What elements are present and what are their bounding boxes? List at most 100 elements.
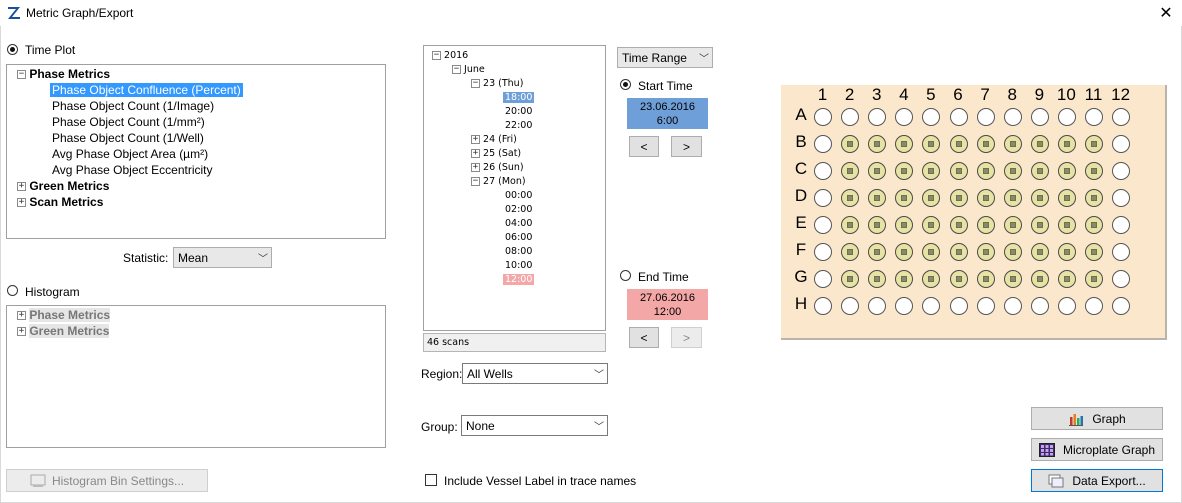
time-range-select[interactable]: Time Range ﹀ (617, 47, 713, 68)
plate-well[interactable] (1085, 297, 1103, 315)
plate-row-label[interactable]: F (793, 240, 809, 260)
plate-well[interactable] (922, 189, 941, 207)
plate-well[interactable] (976, 162, 995, 180)
tree-node-phase-metrics[interactable]: + Phase Metrics (17, 307, 111, 323)
plate-well[interactable] (976, 135, 995, 153)
time-plot-radio[interactable] (7, 44, 18, 58)
plate-well[interactable] (922, 243, 941, 261)
statistic-select[interactable]: Mean ﹀ (173, 247, 272, 268)
tree-item-scan-time[interactable]: 22:00 (505, 119, 532, 133)
tree-item-metric[interactable]: Avg Phase Object Area (µm²) (52, 146, 208, 162)
plate-well[interactable] (949, 216, 968, 234)
plate-well[interactable] (895, 216, 914, 234)
plate-column-label[interactable]: 1 (809, 85, 836, 105)
plate-well[interactable] (1030, 297, 1049, 315)
plate-row-label[interactable]: G (793, 267, 809, 287)
plate-well[interactable] (1085, 243, 1103, 261)
plate-well[interactable] (841, 108, 860, 126)
plate-well[interactable] (841, 297, 860, 315)
plate-well[interactable] (922, 297, 941, 315)
plate-well[interactable] (895, 162, 914, 180)
plate-well[interactable] (895, 108, 914, 126)
graph-button[interactable]: Graph (1031, 407, 1163, 430)
tree-item-metric[interactable]: Avg Phase Object Eccentricity (52, 162, 213, 178)
scan-date-tree[interactable]: − 2016 − June − 23 (Thu) 18:00 20:00 22:… (423, 45, 606, 331)
region-select[interactable]: All Wells ﹀ (462, 363, 608, 384)
tree-node-scan-metrics[interactable]: + Scan Metrics (17, 194, 103, 210)
plate-well[interactable] (1057, 216, 1076, 234)
expand-icon[interactable]: + (17, 327, 26, 337)
time-plot-tree[interactable]: − Phase Metrics Phase Object Confluence … (6, 64, 386, 239)
tree-node-day[interactable]: − 23 (Thu) (471, 77, 523, 91)
plate-well[interactable] (976, 108, 995, 126)
plate-well[interactable] (1030, 243, 1049, 261)
tree-node-day[interactable]: − 27 (Mon) (471, 175, 526, 189)
plate-well[interactable] (949, 243, 968, 261)
plate-well[interactable] (814, 162, 832, 180)
plate-column-label[interactable]: 4 (890, 85, 917, 105)
data-export-button[interactable]: Data Export... (1031, 469, 1163, 492)
histogram-radio[interactable] (7, 285, 18, 299)
plate-well[interactable] (1003, 135, 1022, 153)
plate-well[interactable] (1085, 108, 1103, 126)
collapse-icon[interactable]: − (17, 70, 26, 80)
plate-row-label[interactable]: E (793, 213, 809, 233)
plate-well[interactable] (949, 135, 968, 153)
plate-column-label[interactable]: 8 (999, 85, 1026, 105)
expand-icon[interactable]: + (17, 198, 26, 208)
plate-well[interactable] (1003, 189, 1022, 207)
plate-well[interactable] (1003, 297, 1022, 315)
plate-well[interactable] (949, 270, 968, 288)
plate-well[interactable] (895, 297, 914, 315)
tree-item-metric[interactable]: Phase Object Count (1/Well) (52, 130, 204, 146)
end-next-button[interactable]: > (671, 327, 702, 348)
plate-well[interactable] (1030, 108, 1049, 126)
tree-item-scan-time[interactable]: 02:00 (505, 203, 532, 217)
plate-row-label[interactable]: C (793, 159, 809, 179)
plate-well[interactable] (922, 108, 941, 126)
plate-well[interactable] (976, 297, 995, 315)
tree-item-metric[interactable]: Phase Object Count (1/Image) (52, 98, 214, 114)
plate-well[interactable] (1057, 189, 1076, 207)
plate-column-label[interactable]: 10 (1053, 85, 1080, 105)
tree-node-day[interactable]: + 26 (Sun) (471, 161, 524, 175)
plate-well[interactable] (1003, 162, 1022, 180)
plate-well[interactable] (868, 108, 887, 126)
plate-well[interactable] (1057, 135, 1076, 153)
tree-item-metric[interactable]: Phase Object Confluence (Percent) (50, 82, 243, 98)
plate-well[interactable] (1003, 108, 1022, 126)
microplate-map[interactable]: 1 2 3 4 5 6 7 8 9 10 11 12 A B C D E F G H (781, 85, 1167, 340)
plate-well[interactable] (814, 216, 832, 234)
plate-well[interactable] (1112, 216, 1131, 234)
tree-node-day[interactable]: + 25 (Sat) (471, 147, 521, 161)
plate-well[interactable] (1112, 162, 1131, 180)
close-icon[interactable]: ✕ (1155, 3, 1177, 23)
plate-well[interactable] (949, 108, 968, 126)
collapse-icon[interactable]: − (432, 51, 441, 60)
plate-well[interactable] (1112, 297, 1131, 315)
plate-well[interactable] (1085, 216, 1103, 234)
tree-node-day[interactable]: + 24 (Fri) (471, 133, 517, 147)
plate-well[interactable] (922, 216, 941, 234)
plate-well[interactable] (814, 189, 832, 207)
plate-well[interactable] (1112, 108, 1131, 126)
expand-icon[interactable]: + (471, 135, 480, 144)
tree-node-green-metrics[interactable]: + Green Metrics (17, 323, 110, 339)
tree-item-scan-time[interactable]: 06:00 (505, 231, 532, 245)
tree-node-month[interactable]: − June (452, 63, 485, 77)
plate-well[interactable] (1112, 189, 1131, 207)
plate-well[interactable] (949, 189, 968, 207)
plate-well[interactable] (949, 297, 968, 315)
plate-well[interactable] (1030, 162, 1049, 180)
tree-item-scan-time[interactable]: 08:00 (505, 245, 532, 259)
plate-well[interactable] (814, 270, 832, 288)
plate-well[interactable] (814, 297, 832, 315)
plate-well[interactable] (895, 270, 914, 288)
plate-well[interactable] (976, 189, 995, 207)
tree-node-year[interactable]: − 2016 (432, 49, 468, 63)
plate-well[interactable] (1112, 270, 1131, 288)
plate-well[interactable] (976, 270, 995, 288)
plate-well[interactable] (868, 162, 887, 180)
collapse-icon[interactable]: − (471, 79, 480, 88)
expand-icon[interactable]: + (17, 311, 26, 321)
